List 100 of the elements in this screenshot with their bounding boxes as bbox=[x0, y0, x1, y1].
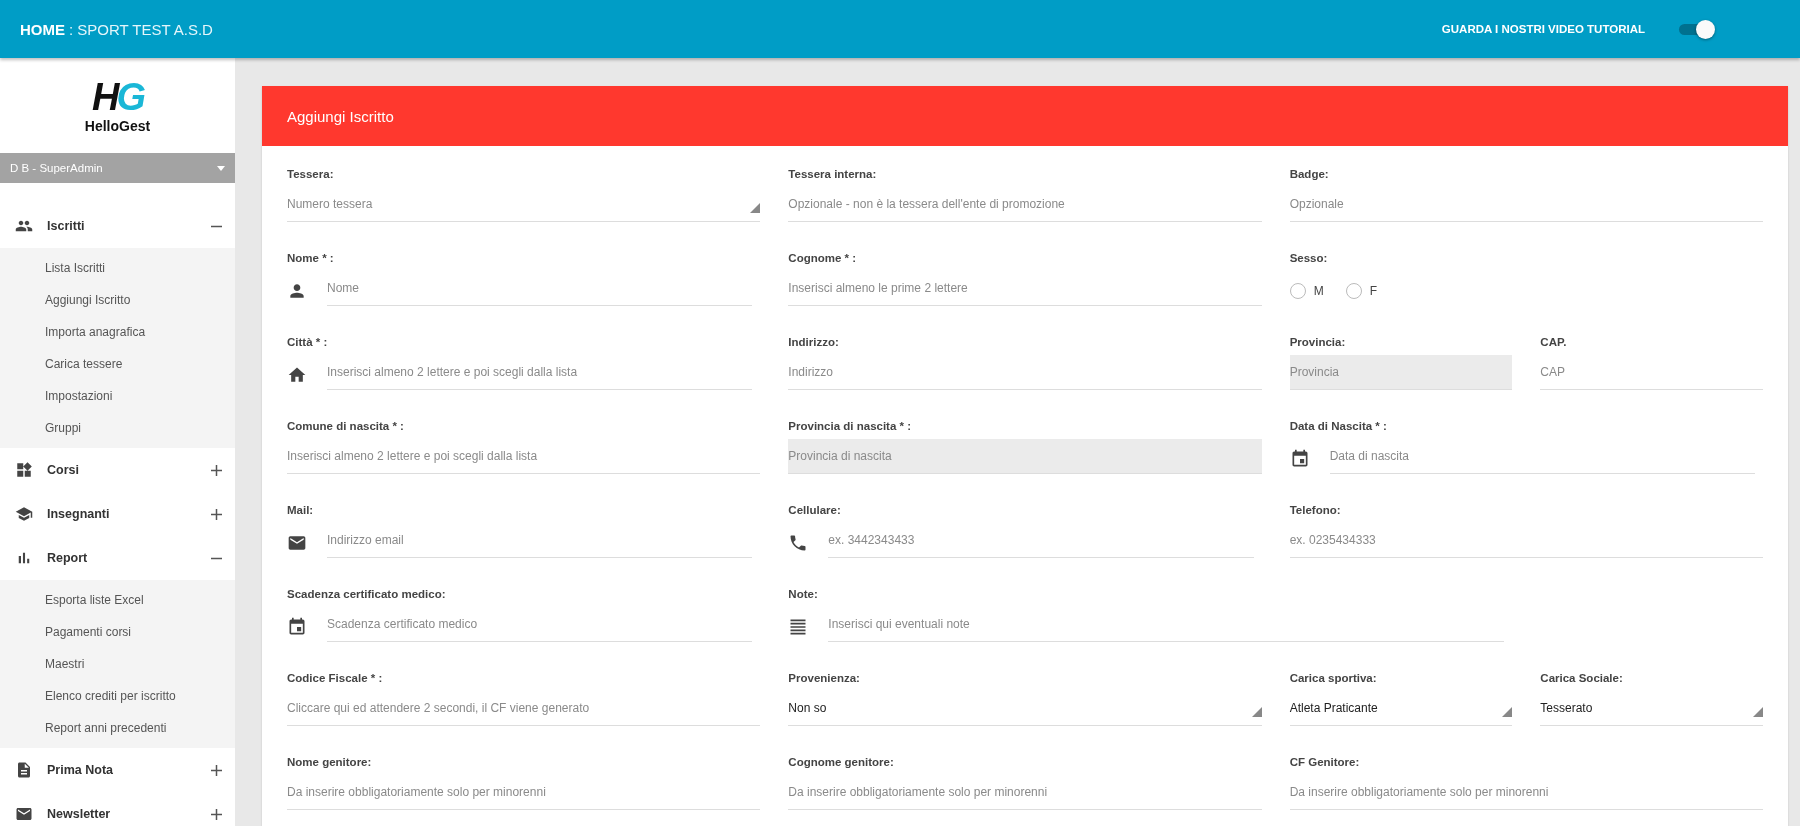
submenu-item[interactable]: Carica tessere bbox=[0, 348, 235, 380]
input-field[interactable]: Inserisci almeno 2 lettere e poi scegli dalla lista bbox=[327, 354, 753, 390]
menu-item[interactable]: Newsletter bbox=[0, 792, 235, 826]
menu-item[interactable]: Insegnanti bbox=[0, 492, 235, 536]
field-label: Sesso: bbox=[1289, 252, 1329, 266]
document-icon bbox=[15, 761, 33, 779]
mail-icon bbox=[15, 805, 33, 823]
submenu-item[interactable]: Esporta liste Excel bbox=[0, 584, 235, 616]
field-label: Carica Sociale: bbox=[1540, 672, 1624, 686]
input-field[interactable]: Indirizzo email bbox=[327, 522, 753, 558]
submenu-item[interactable]: Lista Iscritti bbox=[0, 252, 235, 284]
card-title: Aggiungi Iscritto bbox=[287, 107, 394, 125]
plus-icon[interactable] bbox=[211, 508, 222, 520]
menu-label: Report bbox=[47, 551, 89, 565]
menu-label: Newsletter bbox=[47, 807, 112, 821]
radio-option[interactable]: F bbox=[1345, 283, 1377, 299]
dropdown-icon bbox=[750, 202, 761, 213]
input-field[interactable]: Scadenza certificato medico bbox=[327, 606, 753, 642]
field-label: Nome * : bbox=[287, 252, 335, 266]
input-field[interactable]: Da inserire obbligatoriamente solo per minorenni bbox=[287, 774, 761, 810]
submenu-item[interactable]: Impostazioni bbox=[0, 380, 235, 412]
phone-icon bbox=[788, 533, 809, 553]
submenu-item[interactable]: Elenco crediti per iscritto bbox=[0, 680, 235, 712]
submenu-item[interactable]: Pagamenti corsi bbox=[0, 616, 235, 648]
menu-item[interactable]: Report bbox=[0, 536, 235, 580]
home-icon bbox=[287, 365, 307, 385]
field-label: Data di Nascita * : bbox=[1289, 420, 1388, 434]
field-label: Carica sportiva: bbox=[1289, 672, 1378, 686]
dashboard-icon bbox=[15, 461, 33, 479]
field-label: Telefono: bbox=[1289, 504, 1342, 518]
input-field[interactable]: Opzionale - non è la tessera dell'ente di promozione bbox=[788, 186, 1262, 222]
input-field[interactable]: Cliccare qui ed attendere 2 secondi, il CF viene generato bbox=[287, 690, 761, 726]
input-field[interactable]: Da inserire obbligatoriamente solo per minorenni bbox=[1289, 774, 1763, 810]
tutorial-toggle[interactable] bbox=[1679, 18, 1715, 40]
input-field[interactable]: Inserisci almeno le prime 2 lettere bbox=[788, 270, 1262, 306]
select-field[interactable]: Numero tessera bbox=[287, 186, 761, 222]
field-label: Indirizzo: bbox=[788, 336, 840, 350]
field-label: Note: bbox=[788, 588, 819, 602]
input-field[interactable]: CAP bbox=[1540, 354, 1763, 390]
input-field[interactable]: ex. 3442343433 bbox=[828, 522, 1254, 558]
select-field[interactable]: Tesserato bbox=[1540, 690, 1763, 726]
select-field[interactable]: Non so bbox=[788, 690, 1262, 726]
input-field[interactable]: Provincia di nascita bbox=[788, 438, 1262, 474]
logo-name: HelloGest bbox=[84, 117, 151, 134]
submenu-item[interactable]: Maestri bbox=[0, 648, 235, 680]
menu-label: Corsi bbox=[47, 463, 80, 477]
calendar-icon bbox=[287, 617, 307, 637]
dropdown-icon bbox=[1251, 706, 1262, 717]
field-label: Nome genitore: bbox=[287, 756, 373, 770]
graduation-cap-icon bbox=[15, 505, 33, 523]
field-label: CAP. bbox=[1540, 336, 1568, 350]
input-field[interactable]: Provincia bbox=[1289, 354, 1513, 390]
input-field[interactable]: Data di nascita bbox=[1329, 438, 1755, 474]
dropdown-icon bbox=[1502, 706, 1513, 717]
submenu-item[interactable]: Aggiungi Iscritto bbox=[0, 284, 235, 316]
menu-label: Iscritti bbox=[47, 219, 86, 233]
radio-button[interactable] bbox=[1289, 283, 1306, 299]
input-field[interactable]: ex. 0235434333 bbox=[1289, 522, 1763, 558]
field-label: Mail: bbox=[287, 504, 315, 518]
submenu-item[interactable]: Report anni precedenti bbox=[0, 712, 235, 744]
input-field[interactable]: Da inserire obbligatoriamente solo per minorenni bbox=[788, 774, 1262, 810]
menu-label: Prima Nota bbox=[47, 763, 114, 777]
plus-icon[interactable] bbox=[211, 464, 222, 476]
field-label: Badge: bbox=[1289, 168, 1330, 182]
input-field[interactable]: Nome bbox=[327, 270, 753, 306]
organization-name: : SPORT TEST A.S.D bbox=[69, 20, 213, 38]
field-label: Provincia di nascita * : bbox=[788, 420, 913, 434]
radio-option[interactable]: M bbox=[1289, 283, 1324, 299]
menu-item[interactable]: Iscritti bbox=[0, 204, 235, 248]
dropdown-icon bbox=[1753, 706, 1763, 717]
field-label: Cognome * : bbox=[788, 252, 858, 266]
plus-icon[interactable] bbox=[211, 808, 222, 820]
tutorial-label: GUARDA I NOSTRI VIDEO TUTORIAL bbox=[1441, 23, 1645, 35]
notes-icon bbox=[788, 617, 809, 637]
menu-item[interactable]: Corsi bbox=[0, 448, 235, 492]
field-label: CF Genitore: bbox=[1289, 756, 1361, 770]
caret-icon bbox=[217, 165, 225, 171]
field-label: Scadenza certificato medico: bbox=[287, 588, 447, 602]
field-label: Tessera: bbox=[287, 168, 335, 182]
field-label: Comune di nascita * : bbox=[287, 420, 405, 434]
input-field[interactable]: Indirizzo bbox=[788, 354, 1262, 390]
menu-item[interactable]: Prima Nota bbox=[0, 748, 235, 792]
input-field[interactable]: Opzionale bbox=[1289, 186, 1763, 222]
field-label: Tessera interna: bbox=[788, 168, 878, 182]
logo-mark: HG bbox=[92, 77, 143, 116]
input-field[interactable]: Inserisci almeno 2 lettere e poi scegli dalla lista bbox=[287, 438, 761, 474]
field-label: Provenienza: bbox=[788, 672, 861, 686]
field-label: Provincia: bbox=[1289, 336, 1347, 350]
field-label: Cellulare: bbox=[788, 504, 842, 518]
menu-label: Insegnanti bbox=[47, 507, 111, 521]
radio-button[interactable] bbox=[1345, 283, 1362, 299]
mail-icon bbox=[287, 533, 307, 553]
plus-icon[interactable] bbox=[211, 764, 222, 776]
input-field[interactable]: Inserisci qui eventuali note bbox=[828, 606, 1505, 642]
select-field[interactable]: Atleta Praticante bbox=[1289, 690, 1513, 726]
field-label: Città * : bbox=[287, 336, 329, 350]
submenu-item[interactable]: Gruppi bbox=[0, 412, 235, 444]
field-label: Cognome genitore: bbox=[788, 756, 895, 770]
field-label: Codice Fiscale * : bbox=[287, 672, 384, 686]
submenu-item[interactable]: Importa anagrafica bbox=[0, 316, 235, 348]
